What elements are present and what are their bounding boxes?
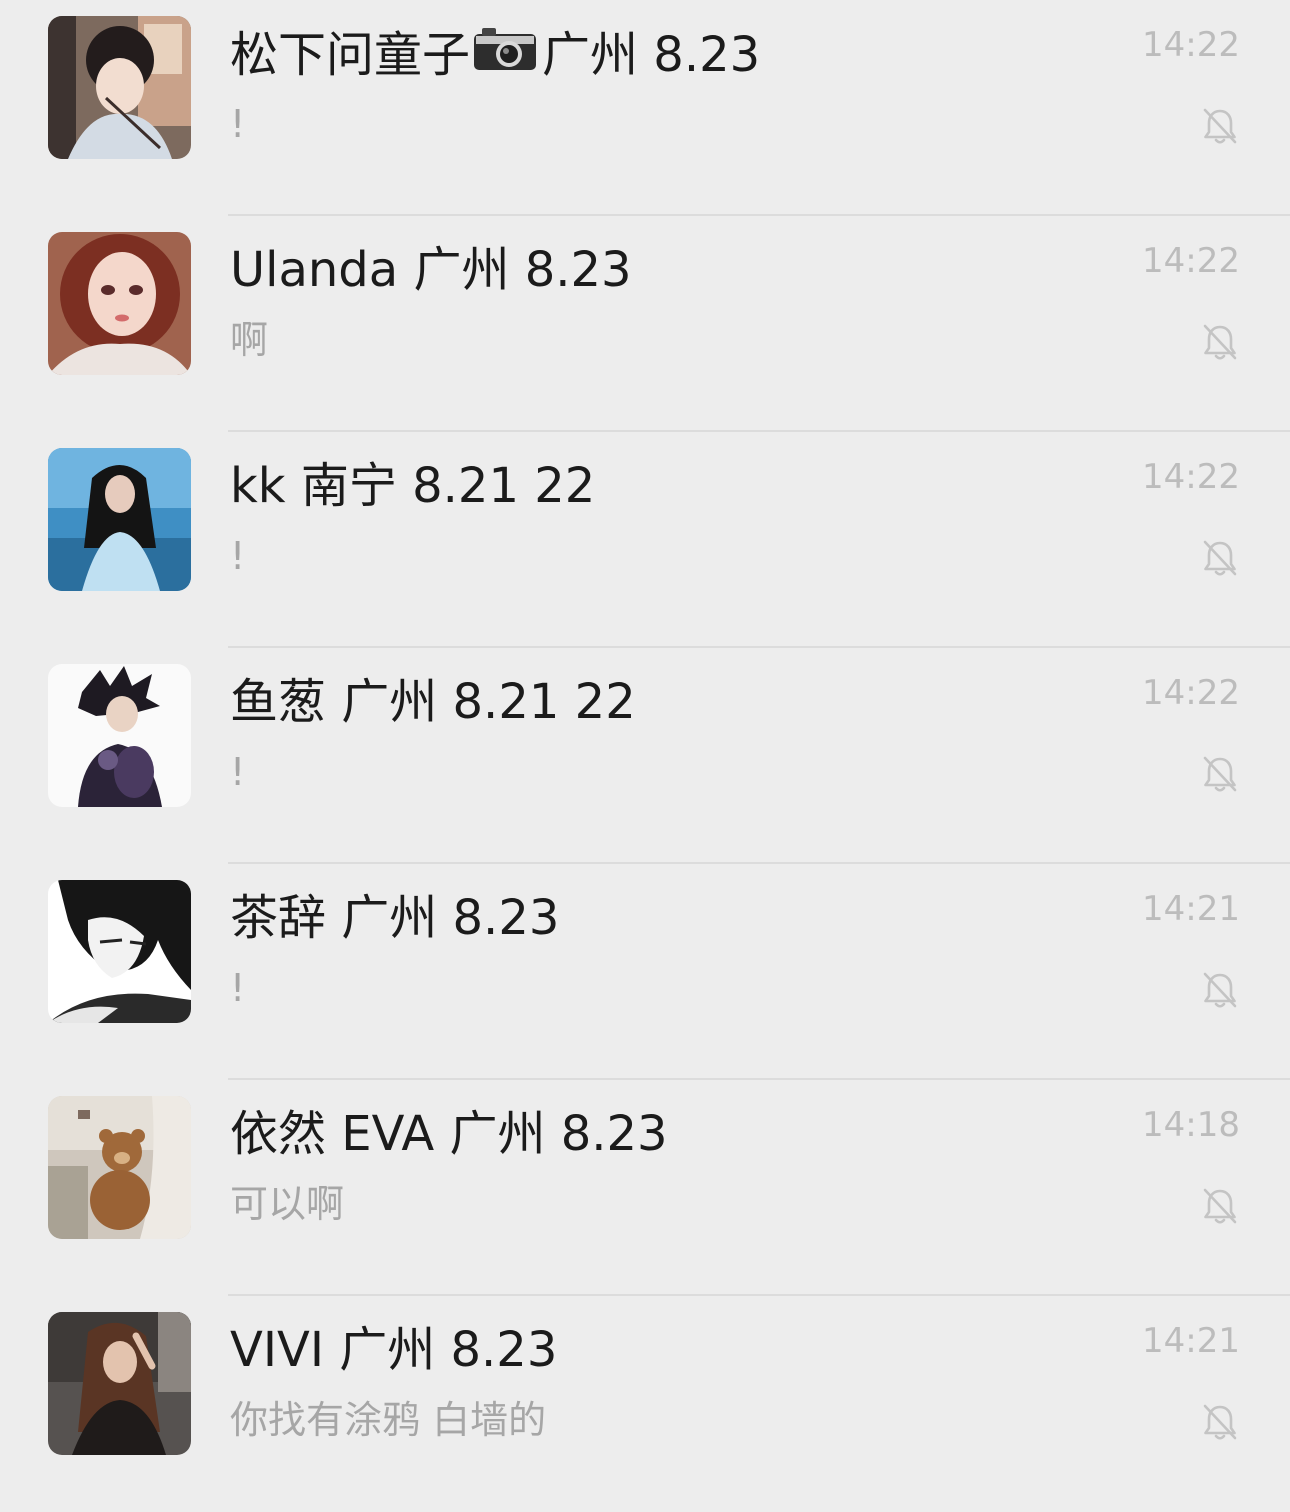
chat-row[interactable]: 鱼葱 广州 8.21 22 ! 14:22 — [0, 648, 1290, 864]
avatar[interactable] — [48, 664, 191, 807]
chat-time: 14:18 — [1142, 1105, 1240, 1145]
chat-preview: 可以啊 — [230, 1182, 345, 1226]
chat-name: kk 南宁 8.21 22 — [230, 458, 596, 514]
bell-slash-icon — [1203, 540, 1237, 576]
avatar[interactable] — [48, 16, 191, 159]
chat-row[interactable]: 依然 EVA 广州 8.23 可以啊 14:18 — [0, 1080, 1290, 1296]
chat-row[interactable]: 茶辞 广州 8.23 ! 14:21 — [0, 864, 1290, 1080]
bell-slash-icon — [1203, 756, 1237, 792]
chat-preview: ! — [230, 102, 246, 146]
chat-row[interactable]: kk 南宁 8.21 22 ! 14:22 — [0, 432, 1290, 648]
chat-row[interactable]: Ulanda 广州 8.23 啊 14:22 — [0, 216, 1290, 432]
avatar[interactable] — [48, 1096, 191, 1239]
chat-time: 14:21 — [1142, 1321, 1240, 1361]
chat-row[interactable]: VIVI 广州 8.23 你找有涂鸦 白墙的 14:21 — [0, 1296, 1290, 1512]
camera-emoji-icon — [474, 22, 537, 86]
chat-name: 茶辞 广州 8.23 — [230, 890, 560, 946]
chat-name: Ulanda 广州 8.23 — [230, 242, 632, 298]
chat-name: VIVI 广州 8.23 — [230, 1322, 558, 1378]
chat-name-text: 松下问童子 — [230, 27, 471, 83]
chat-preview: ! — [230, 966, 246, 1010]
avatar[interactable] — [48, 1312, 191, 1455]
chat-name: 鱼葱 广州 8.21 22 — [230, 674, 636, 730]
bell-slash-icon — [1203, 324, 1237, 360]
chat-preview: 你找有涂鸦 白墙的 — [230, 1398, 547, 1442]
chat-time: 14:22 — [1142, 673, 1240, 713]
chat-row[interactable]: 松下问童子 广州 8.23 ! 14:22 — [0, 0, 1290, 216]
chat-time: 14:22 — [1142, 457, 1240, 497]
chat-name: 依然 EVA 广州 8.23 — [230, 1106, 668, 1162]
avatar[interactable] — [48, 448, 191, 591]
bell-slash-icon — [1203, 108, 1237, 144]
chat-preview: 啊 — [230, 318, 269, 362]
bell-slash-icon — [1203, 972, 1237, 1008]
bell-slash-icon — [1203, 1404, 1237, 1440]
chat-time: 14:21 — [1142, 889, 1240, 929]
chat-time: 14:22 — [1142, 241, 1240, 281]
bell-slash-icon — [1203, 1188, 1237, 1224]
chat-name-suffix: 广州 8.23 — [542, 27, 761, 83]
chat-name: 松下问童子 广州 8.23 — [230, 22, 760, 94]
chat-preview: ! — [230, 750, 246, 794]
avatar[interactable] — [48, 232, 191, 375]
chat-list: 松下问童子 广州 8.23 ! 14:22 Ulanda 广州 8.23 啊 1… — [0, 0, 1290, 1489]
chat-preview: ! — [230, 534, 246, 578]
chat-time: 14:22 — [1142, 25, 1240, 65]
avatar[interactable] — [48, 880, 191, 1023]
